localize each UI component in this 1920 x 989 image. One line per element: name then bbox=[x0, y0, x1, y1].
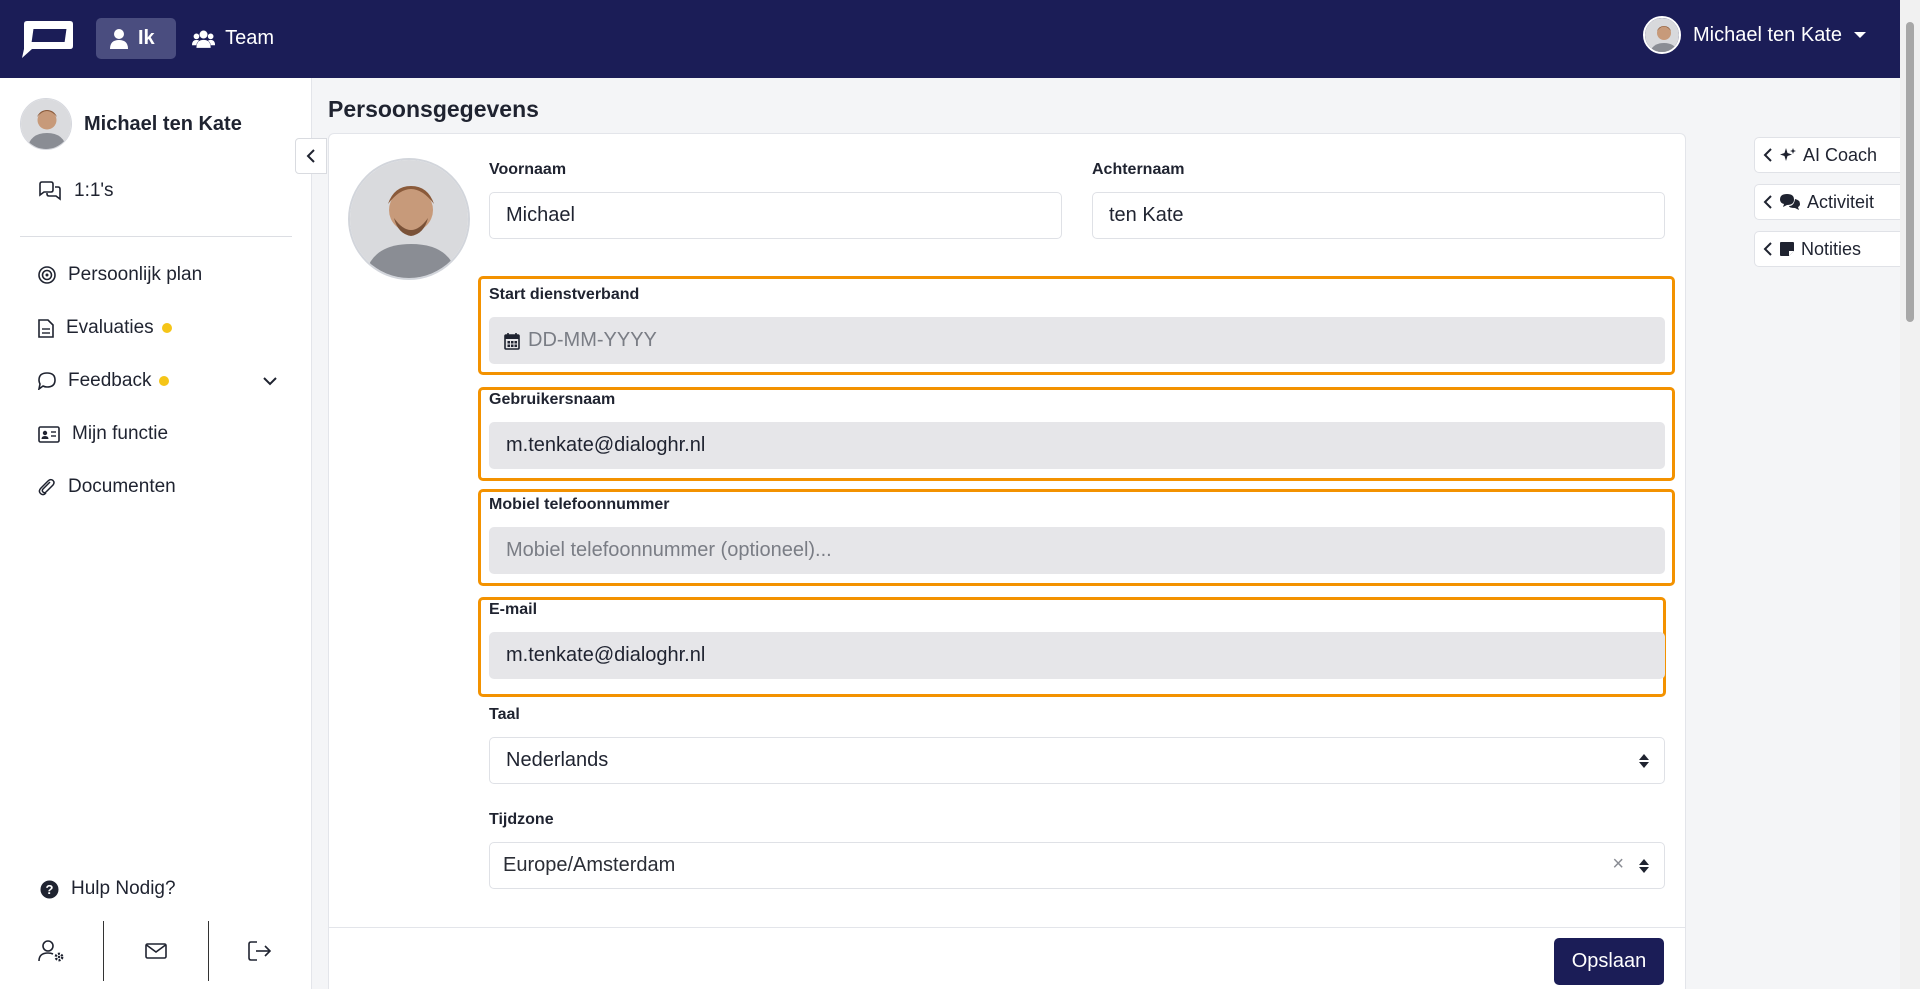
logo-icon[interactable] bbox=[18, 18, 76, 60]
sidebar: Michael ten Kate 1:1's Persoonlijk plan … bbox=[0, 78, 312, 989]
user-menu-name: Michael ten Kate bbox=[1693, 23, 1842, 46]
nav-tab-team-label: Team bbox=[225, 27, 274, 49]
first-name-label: Voornaam bbox=[489, 161, 567, 178]
mobile-input[interactable]: Mobiel telefoonnummer (optioneel)... bbox=[489, 527, 1665, 574]
target-icon bbox=[38, 266, 56, 284]
tab-label: Notities bbox=[1801, 238, 1862, 259]
help-link[interactable]: ? Hulp Nodig? bbox=[40, 878, 176, 900]
messages-button[interactable] bbox=[104, 921, 209, 981]
tab-label: Activiteit bbox=[1807, 191, 1875, 212]
clear-icon[interactable]: × bbox=[1612, 853, 1624, 876]
paperclip-icon bbox=[38, 478, 55, 496]
timezone-label: Tijdzone bbox=[489, 811, 554, 828]
sidebar-item-label: Persoonlijk plan bbox=[68, 264, 203, 285]
card-footer-divider bbox=[328, 927, 1686, 928]
account-settings-button[interactable] bbox=[0, 921, 105, 981]
user-menu[interactable]: Michael ten Kate bbox=[1643, 15, 1866, 55]
chevron-left-icon bbox=[1763, 195, 1772, 209]
email-input[interactable]: m.tenkate@dialoghr.nl bbox=[489, 632, 1665, 679]
sort-arrows-icon bbox=[1639, 859, 1649, 873]
users-icon bbox=[192, 30, 216, 48]
nav-tab-team[interactable]: Team bbox=[178, 18, 288, 59]
language-label: Taal bbox=[489, 706, 520, 723]
chevron-left-icon bbox=[306, 149, 315, 163]
chat-bubble-icon bbox=[38, 372, 56, 390]
notification-dot bbox=[159, 376, 170, 386]
sticky-note-icon bbox=[1780, 242, 1794, 256]
first-name-input[interactable]: Michael bbox=[489, 192, 1062, 239]
username-input[interactable]: m.tenkate@dialoghr.nl bbox=[489, 422, 1665, 469]
calendar-icon bbox=[504, 332, 520, 350]
page-scrollbar[interactable] bbox=[1900, 0, 1920, 989]
sidebar-item-documents[interactable]: Documenten bbox=[38, 476, 278, 498]
chevron-left-icon bbox=[1763, 242, 1772, 256]
tab-ai-coach[interactable]: AI Coach bbox=[1754, 137, 1900, 173]
sidebar-item-label: 1:1's bbox=[74, 180, 114, 201]
sidebar-divider bbox=[20, 236, 292, 237]
logout-icon bbox=[248, 941, 272, 961]
question-circle-icon: ? bbox=[40, 880, 59, 898]
timezone-value: Europe/Amsterdam bbox=[503, 854, 676, 876]
save-button[interactable]: Opslaan bbox=[1554, 938, 1664, 985]
sort-arrows-icon bbox=[1639, 754, 1649, 768]
mobile-label: Mobiel telefoonnummer bbox=[489, 496, 670, 513]
sidebar-item-feedback[interactable]: Feedback bbox=[38, 370, 278, 392]
caret-down-icon bbox=[1854, 32, 1866, 38]
user-icon bbox=[110, 28, 128, 49]
avatar bbox=[1643, 16, 1682, 54]
envelope-icon bbox=[145, 943, 167, 959]
last-name-label: Achternaam bbox=[1092, 161, 1185, 178]
id-card-icon bbox=[38, 425, 60, 443]
last-name-input[interactable]: ten Kate bbox=[1092, 192, 1665, 239]
tab-notes[interactable]: Notities bbox=[1754, 231, 1900, 267]
tab-activity[interactable]: Activiteit bbox=[1754, 184, 1900, 220]
username-label: Gebruikersnaam bbox=[489, 391, 616, 408]
sidebar-item-label: Evaluaties bbox=[66, 317, 154, 338]
sidebar-item-evaluations[interactable]: Evaluaties bbox=[38, 317, 278, 339]
nav-tab-me-label: Ik bbox=[138, 27, 155, 49]
chevron-left-icon bbox=[1763, 148, 1772, 162]
user-gear-icon bbox=[37, 940, 64, 962]
notification-dot bbox=[161, 323, 172, 333]
svg-text:?: ? bbox=[46, 882, 54, 897]
chevron-down-icon[interactable] bbox=[262, 376, 278, 386]
profile-photo[interactable] bbox=[348, 158, 470, 280]
comments-icon bbox=[1780, 194, 1800, 210]
sidebar-item-personal-plan[interactable]: Persoonlijk plan bbox=[38, 264, 278, 286]
language-select[interactable]: Nederlands bbox=[489, 737, 1665, 784]
start-date-label: Start dienstverband bbox=[489, 286, 640, 303]
help-label: Hulp Nodig? bbox=[71, 878, 176, 899]
logout-button[interactable] bbox=[209, 921, 312, 981]
sidebar-item-label: Documenten bbox=[68, 476, 176, 497]
sparkles-icon bbox=[1780, 148, 1796, 161]
sidebar-item-label: Feedback bbox=[68, 370, 152, 391]
start-date-input[interactable]: DD-MM-YYYY bbox=[489, 317, 1665, 364]
document-icon bbox=[38, 318, 54, 338]
top-navbar: Ik Team Michael ten Kate bbox=[0, 0, 1900, 78]
sidebar-collapse-button[interactable] bbox=[295, 138, 327, 174]
sidebar-item-my-function[interactable]: Mijn functie bbox=[38, 423, 278, 445]
sidebar-profile-name: Michael ten Kate bbox=[84, 112, 242, 135]
chat-bubbles-icon bbox=[39, 181, 61, 201]
email-label: E-mail bbox=[489, 601, 538, 618]
page-title: Persoonsgegevens bbox=[328, 96, 539, 122]
sidebar-footer bbox=[0, 921, 312, 981]
sidebar-profile[interactable]: Michael ten Kate bbox=[20, 98, 242, 150]
tab-label: AI Coach bbox=[1803, 144, 1878, 165]
nav-tab-me[interactable]: Ik bbox=[96, 18, 176, 59]
timezone-select[interactable]: Europe/Amsterdam × bbox=[489, 842, 1665, 889]
sidebar-item-oneones[interactable]: 1:1's bbox=[38, 180, 114, 202]
language-value: Nederlands bbox=[506, 749, 609, 771]
avatar bbox=[20, 98, 72, 150]
sidebar-item-label: Mijn functie bbox=[72, 423, 169, 444]
start-date-placeholder: DD-MM-YYYY bbox=[528, 329, 657, 351]
scrollbar-thumb[interactable] bbox=[1906, 22, 1914, 322]
